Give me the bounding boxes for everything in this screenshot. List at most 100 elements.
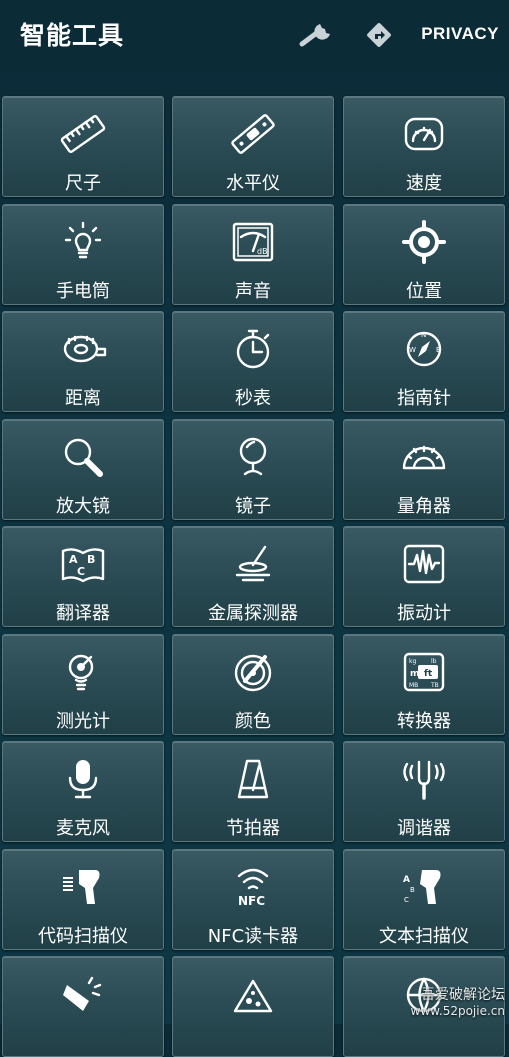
speedometer-icon [400,111,448,157]
tool-label: NFC读卡器 [207,926,299,947]
pizza-icon [229,971,277,1017]
tool-tile-translator[interactable]: A B C 翻译器 [2,526,164,627]
tool-tile-barcode-scanner[interactable]: 代码扫描仪 [2,849,164,950]
mirror-icon [229,434,277,480]
svg-text:dB: dB [257,247,268,256]
privacy-link[interactable]: PRIVACY [421,24,499,44]
ruler-icon [59,111,107,157]
location-icon [400,219,448,265]
metal-detector-icon [229,541,277,587]
tool-tile-pointer[interactable] [2,956,164,1057]
tool-label: 节拍器 [226,818,280,839]
page-title: 智能工具 [20,21,125,50]
tool-label: 代码扫描仪 [38,926,128,947]
metronome-icon [229,756,277,802]
svg-text:ft: ft [424,669,433,679]
vibrometer-icon [400,541,448,587]
watermark: 吾爱破解论坛 www.52pojie.cn [411,984,505,1018]
tool-label: 距离 [65,388,101,409]
svg-text:lb: lb [431,658,437,665]
svg-text:A: A [403,875,410,885]
svg-text:W: W [409,346,416,354]
svg-text:kg: kg [409,658,416,665]
tool-label: 尺子 [65,173,101,194]
tuning-fork-icon [400,756,448,802]
svg-text:N: N [421,331,426,339]
tool-tile-stopwatch[interactable]: 秒表 [172,311,334,412]
svg-text:m: m [410,669,419,679]
svg-text:C: C [77,565,85,578]
tool-tile-text-scanner[interactable]: A B C 文本扫描仪 [343,849,505,950]
tool-label: 金属探测器 [208,603,298,624]
watermark-url: www.52pojie.cn [410,1004,505,1018]
tool-label: 速度 [406,173,442,194]
tool-label: 秒表 [235,388,271,409]
nfc-icon: NFC [229,864,277,910]
svg-text:NFC: NFC [238,894,265,908]
tool-tile-speedometer[interactable]: 速度 [343,96,505,197]
svg-text:E: E [436,346,440,354]
translator-icon: ABC [59,541,107,587]
magnifier-icon [59,434,107,480]
tool-label: 指南针 [397,388,451,409]
tool-tile-ruler[interactable]: 尺子 [2,96,164,197]
directions-button[interactable] [360,18,398,52]
tool-label: 文本扫描仪 [379,926,469,947]
color-picker-icon [229,649,277,695]
tool-label: 转换器 [397,711,451,732]
tool-tile-level[interactable]: 水平仪 [172,96,334,197]
microphone-icon [59,756,107,802]
svg-text:TB: TB [430,682,439,689]
tool-tile-protractor[interactable]: 量角器 [343,419,505,520]
tool-label: 水平仪 [226,173,280,194]
flashlight-icon [59,219,107,265]
tape-measure-icon [59,326,107,372]
tool-label: 声音 [235,281,271,302]
sound-meter-icon: dB [229,219,277,265]
tool-label: 量角器 [397,496,451,517]
protractor-icon [400,434,448,480]
pointer-icon [59,971,107,1017]
tool-label: 镜子 [235,496,271,517]
tool-label: 调谐器 [397,818,451,839]
svg-text:MB: MB [409,682,418,689]
tool-label: 麦克风 [56,818,110,839]
tool-tile-sound-meter[interactable]: dB 声音 [172,204,334,305]
tool-tile-metal-detector[interactable]: 金属探测器 [172,526,334,627]
tool-tile-microphone[interactable]: 麦克风 [2,741,164,842]
tool-tile-flashlight[interactable]: 手电筒 [2,204,164,305]
tool-tile-color-picker[interactable]: 颜色 [172,634,334,735]
tool-tile-vibrometer[interactable]: 振动计 [343,526,505,627]
tool-label: 位置 [406,281,442,302]
tool-tile-magnifier[interactable]: 放大镜 [2,419,164,520]
tool-tile-metronome[interactable]: 节拍器 [172,741,334,842]
tool-label: 振动计 [397,603,451,624]
tool-tile-compass[interactable]: N W E 指南针 [343,311,505,412]
tool-tile-mirror[interactable]: 镜子 [172,419,334,520]
tool-label: 测光计 [56,711,110,732]
tool-tile-unit-converter[interactable]: kg lb MB TB m ft 转换器 [343,634,505,735]
tool-tile-pizza[interactable] [172,956,334,1057]
tool-tile-nfc[interactable]: NFC NFC读卡器 [172,849,334,950]
compass-icon: NW E [400,326,448,372]
unit-converter-icon: kg lb MB TB m ft [400,649,448,695]
svg-text:B: B [87,553,95,566]
directions-icon [364,20,394,50]
app-header: 智能工具 PRIVACY [0,0,509,70]
tool-tile-tape-measure[interactable]: 距离 [2,311,164,412]
wrench-button[interactable] [298,18,336,52]
tool-tile-light-meter[interactable]: 测光计 [2,634,164,735]
level-icon [229,111,277,157]
watermark-title: 吾爱破解论坛 [421,987,505,1003]
tool-label: 颜色 [235,711,271,732]
tool-tile-location[interactable]: 位置 [343,204,505,305]
tool-label: 翻译器 [56,603,110,624]
svg-text:B: B [410,886,415,894]
text-scanner-icon: ABC [400,864,448,910]
tool-label: 手电筒 [56,281,110,302]
tool-tile-tuning-fork[interactable]: 调谐器 [343,741,505,842]
tool-label: 放大镜 [56,496,110,517]
svg-text:C: C [404,896,409,904]
light-meter-icon [59,649,107,695]
barcode-scanner-icon [59,864,107,910]
